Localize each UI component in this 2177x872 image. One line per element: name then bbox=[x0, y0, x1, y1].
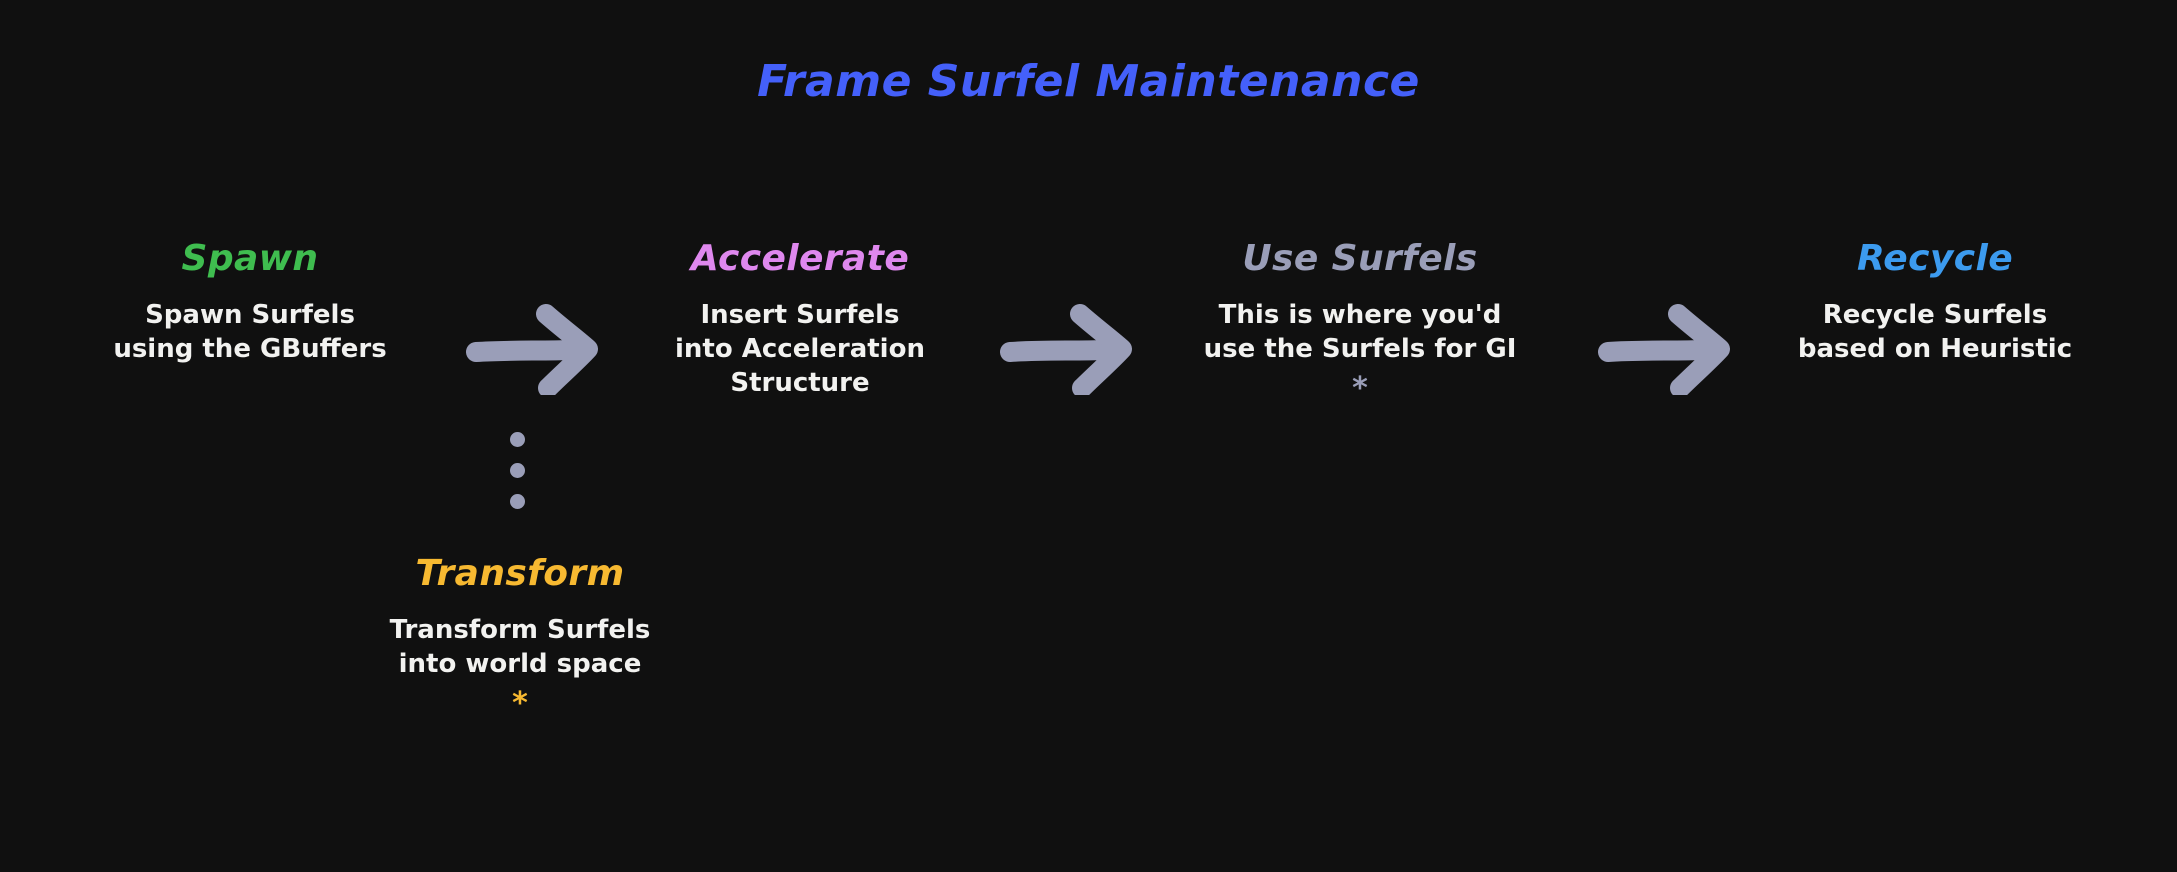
stage-spawn: Spawn Spawn Surfels using the GBuffers bbox=[40, 240, 460, 374]
stage-accelerate-heading: Accelerate bbox=[690, 238, 910, 279]
stage-spawn-heading: Spawn bbox=[181, 238, 319, 279]
stage-transform: Transform Transform Surfels into world s… bbox=[310, 555, 730, 719]
connector-dot bbox=[510, 463, 525, 478]
stage-use-surfels: Use Surfels This is where you'd use the … bbox=[1150, 240, 1570, 404]
stage-accelerate-description: Insert Surfels into Acceleration Structu… bbox=[675, 299, 925, 399]
stage-transform-heading: Transform bbox=[415, 553, 625, 594]
connector-dot bbox=[510, 494, 525, 509]
connector-dot bbox=[510, 432, 525, 447]
stage-recycle-heading: Recycle bbox=[1856, 238, 2014, 279]
connector-dots-to-transform bbox=[510, 432, 525, 509]
stage-accelerate: Accelerate Insert Surfels into Accelerat… bbox=[590, 240, 1010, 409]
arrow-accelerate-to-use-surfels bbox=[1000, 300, 1150, 398]
stage-use-surfels-heading: Use Surfels bbox=[1242, 238, 1478, 279]
stage-transform-note: * bbox=[512, 686, 528, 722]
stage-use-surfels-description: This is where you'd use the Surfels for … bbox=[1203, 299, 1517, 365]
diagram-canvas: Frame Surfel Maintenance Spawn Spawn Sur… bbox=[0, 0, 2177, 872]
stage-spawn-description: Spawn Surfels using the GBuffers bbox=[113, 299, 387, 365]
stage-use-surfels-note: * bbox=[1352, 371, 1368, 407]
stage-recycle-description: Recycle Surfels based on Heuristic bbox=[1797, 299, 2073, 365]
page-title: Frame Surfel Maintenance bbox=[757, 56, 1420, 107]
stage-recycle: Recycle Recycle Surfels based on Heurist… bbox=[1725, 240, 2145, 374]
stage-transform-description: Transform Surfels into world space bbox=[389, 614, 651, 680]
